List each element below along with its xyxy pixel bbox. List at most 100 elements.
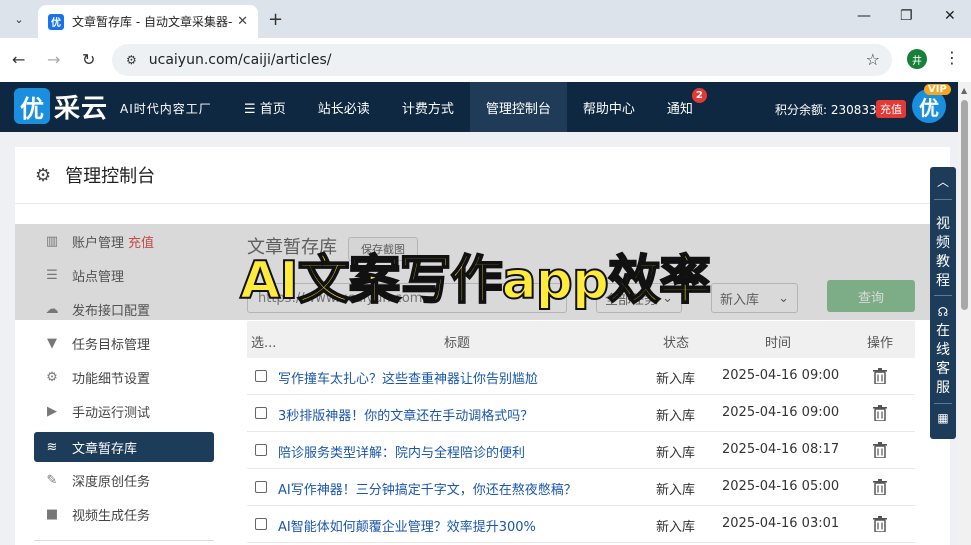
- gear-icon: ⚙: [35, 164, 52, 186]
- column-header-select[interactable]: 选...: [251, 332, 276, 351]
- row-time: 2025-04-16 08:17: [722, 442, 840, 457]
- site-settings-icon[interactable]: ⚙: [126, 53, 137, 67]
- browser-menu-icon[interactable]: ⋮: [944, 48, 960, 67]
- window-close-icon[interactable]: ✕: [944, 8, 956, 24]
- browser-tab-active[interactable]: 优 文章暂存库 - 自动文章采集器-优 ✕: [38, 5, 258, 38]
- main-nav: ☰ 首页 站长必读 计费方式 管理控制台 帮助中心 通知 2: [228, 82, 709, 132]
- card-header: ⚙ 管理控制台: [15, 147, 950, 204]
- trash-icon[interactable]: [873, 442, 887, 458]
- column-header-time: 时间: [765, 336, 792, 351]
- row-status: 新入库: [656, 446, 696, 461]
- logo-text[interactable]: 采云: [54, 88, 108, 125]
- sidebar-item-label: 功能细节设置: [72, 371, 151, 387]
- site-favicon-icon: 优: [48, 13, 64, 30]
- panel-divider: [934, 403, 952, 404]
- row-time: 2025-04-16 03:01: [722, 516, 840, 531]
- qr-code-icon[interactable]: ▦: [930, 411, 956, 425]
- sidebar-item-deep-original[interactable]: ✎ 深度原创任务: [34, 465, 214, 495]
- sidebar-item-feature-settings[interactable]: ⚙ 功能细节设置: [34, 362, 214, 392]
- sidebar-item-manual-run[interactable]: ▶ 手动运行测试: [34, 396, 214, 426]
- nav-pricing[interactable]: 计费方式: [386, 82, 470, 132]
- article-title-link[interactable]: AI智能体如何颠覆企业管理？效率提升300%: [278, 516, 536, 535]
- restore-icon[interactable]: ❐: [900, 8, 913, 24]
- online-service-button[interactable]: 在线客服: [930, 322, 956, 398]
- row-time: 2025-04-16 09:00: [722, 405, 840, 420]
- new-tab-icon[interactable]: +: [268, 9, 283, 30]
- sidebar-item-label: 视频生成任务: [72, 508, 151, 524]
- page-scrollbar[interactable]: ▲: [958, 82, 971, 545]
- minimize-icon[interactable]: —: [857, 8, 871, 24]
- online-service-label: 在线客服: [936, 323, 950, 396]
- sidebar-item-article-storage[interactable]: ≋ 文章暂存库: [34, 432, 214, 462]
- nav-notifications[interactable]: 通知 2: [651, 82, 709, 132]
- row-checkbox[interactable]: [255, 481, 267, 493]
- headset-icon: ☊: [937, 305, 949, 319]
- points-balance: 积分余额: 2308333: [775, 103, 885, 117]
- trash-icon[interactable]: [873, 368, 887, 384]
- table-row: AI智能体如何颠覆企业管理？效率提升300% 新入库 2025-04-16 03…: [247, 506, 915, 543]
- video-icon: ■: [45, 506, 59, 522]
- video-tutorial-button[interactable]: 视频教程: [930, 215, 956, 291]
- reload-icon[interactable]: ↻: [82, 50, 95, 69]
- column-header-title: 标题: [444, 336, 471, 351]
- trash-icon[interactable]: [873, 405, 887, 421]
- recharge-button[interactable]: 充值: [876, 100, 906, 118]
- article-title-link[interactable]: 写作撞车太扎心？这些查重神器让你告别尴尬: [278, 368, 538, 387]
- table-header: 选... 标题 状态 时间 操作: [247, 321, 915, 358]
- row-status: 新入库: [656, 483, 696, 498]
- row-time: 2025-04-16 05:00: [722, 479, 840, 494]
- sidebar-item-label: 手动运行测试: [72, 405, 151, 421]
- trash-icon[interactable]: [873, 479, 887, 495]
- logo-icon[interactable]: 优: [14, 88, 50, 124]
- tab-search-dropdown-icon[interactable]: ⌄: [8, 8, 30, 30]
- floating-side-panel: ︿ 视频教程 ☊ 在线客服 ▦: [930, 167, 956, 439]
- scrollbar-thumb[interactable]: [961, 100, 968, 310]
- browser-toolbar: ← → ↻ ⚙ ucaiyun.com/caiji/articles/ ☆ 井 …: [0, 38, 971, 82]
- row-checkbox[interactable]: [255, 518, 267, 530]
- nav-help-center[interactable]: 帮助中心: [567, 82, 651, 132]
- column-header-actions: 操作: [867, 336, 894, 351]
- notification-badge: 2: [691, 88, 707, 103]
- row-status: 新入库: [656, 520, 696, 535]
- forward-arrow-icon[interactable]: →: [47, 50, 60, 69]
- tab-close-icon[interactable]: ✕: [237, 14, 248, 29]
- nav-console[interactable]: 管理控制台: [469, 82, 567, 132]
- database-icon: ≋: [46, 439, 58, 455]
- address-bar[interactable]: ⚙ ucaiyun.com/caiji/articles/ ☆: [112, 44, 892, 76]
- row-status: 新入库: [656, 372, 696, 387]
- scroll-up-icon[interactable]: ▲: [961, 86, 967, 95]
- filter-icon: ▼: [47, 335, 57, 351]
- table-row: AI写作神器！三分钟搞定千字文，你还在熬夜憋稿？ 新入库 2025-04-16 …: [247, 469, 915, 506]
- sidebar-divider: [34, 540, 214, 541]
- nav-webmaster-guide[interactable]: 站长必读: [302, 82, 386, 132]
- table-row: 陪诊服务类型详解：院内与全程陪诊的便利 新入库 2025-04-16 08:17: [247, 432, 915, 469]
- row-checkbox[interactable]: [255, 444, 267, 456]
- row-checkbox[interactable]: [255, 407, 267, 419]
- sidebar-item-task-targets[interactable]: ▼ 任务目标管理: [34, 328, 214, 358]
- tab-title: 文章暂存库 - 自动文章采集器-优: [72, 15, 232, 29]
- bookmark-star-icon[interactable]: ☆: [866, 50, 880, 69]
- table-row: 3秒排版神器！你的文章还在手动调格式吗？ 新入库 2025-04-16 09:0…: [247, 395, 915, 432]
- sidebar-item-label: 任务目标管理: [72, 337, 151, 353]
- panel-divider: [934, 199, 952, 200]
- extension-icon[interactable]: 井: [907, 49, 927, 69]
- row-checkbox[interactable]: [255, 370, 267, 382]
- url-text: ucaiyun.com/caiji/articles/: [148, 52, 332, 68]
- sidebar-item-video-generation[interactable]: ■ 视频生成任务: [34, 499, 214, 529]
- play-icon: ▶: [47, 403, 57, 419]
- back-arrow-icon[interactable]: ←: [12, 50, 25, 69]
- overlay-caption: AI文案写作app效率: [239, 250, 712, 312]
- article-title-link[interactable]: AI写作神器！三分钟搞定千字文，你还在熬夜憋稿？: [278, 479, 577, 498]
- panel-divider: [934, 295, 952, 296]
- row-status: 新入库: [656, 409, 696, 424]
- article-title-link[interactable]: 陪诊服务类型详解：院内与全程陪诊的便利: [278, 442, 525, 461]
- sidebar-item-label: 文章暂存库: [72, 441, 138, 457]
- site-slogan: AI时代内容工厂: [120, 102, 212, 116]
- article-title-link[interactable]: 3秒排版神器！你的文章还在手动调格式吗？: [278, 405, 533, 424]
- column-header-status: 状态: [663, 336, 690, 351]
- vip-badge: VIP: [924, 84, 951, 95]
- back-to-top-icon[interactable]: ︿: [930, 173, 956, 190]
- site-header: 优 采云 AI时代内容工厂 ☰ 首页 站长必读 计费方式 管理控制台 帮助中心 …: [0, 82, 971, 132]
- nav-home[interactable]: ☰ 首页: [228, 82, 302, 132]
- trash-icon[interactable]: [873, 516, 887, 532]
